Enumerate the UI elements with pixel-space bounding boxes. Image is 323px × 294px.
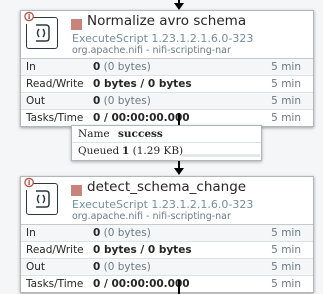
connection-queued-label: Queued	[78, 145, 120, 157]
processor-header: 🛈 Normalize avro schema ExecuteScript 1.…	[21, 11, 313, 59]
processor-detect-schema-change[interactable]: 🛈 detect_schema_change ExecuteScript 1.2…	[20, 176, 314, 293]
stopped-state-icon	[71, 185, 82, 196]
stat-value: 0 / 00:00:00.000	[93, 278, 190, 290]
stat-value: 0 (0 bytes)	[93, 227, 151, 239]
stat-value: 0 (0 bytes)	[93, 61, 151, 73]
stat-row-out: Out 0 (0 bytes) 5 min	[21, 93, 313, 110]
processor-type: ExecuteScript 1.23.1.2.1.6.0-323	[72, 32, 254, 45]
processor-type: ExecuteScript 1.23.1.2.1.6.0-323	[72, 198, 254, 211]
processor-bundle: org.apache.nifi - nifi-scripting-nar	[72, 211, 231, 222]
stat-label: Out	[26, 95, 46, 107]
connection-queued-value: 1 (1.29 KB)	[122, 145, 184, 157]
stat-time: 5 min	[271, 112, 301, 124]
incoming-arrowhead	[174, 3, 184, 10]
stat-label: Tasks/Time	[26, 278, 84, 290]
stat-label: Read/Write	[26, 244, 84, 256]
connection-label-success[interactable]: Name success Queued 1 (1.29 KB)	[71, 125, 262, 161]
invalid-warning-icon[interactable]: 🛈	[24, 178, 34, 190]
stat-row-tasks-time: Tasks/Time 0 / 00:00:00.000 5 min	[21, 276, 313, 292]
stat-label: Tasks/Time	[26, 112, 84, 124]
stat-label: In	[26, 61, 36, 73]
stat-value: 0 bytes / 0 bytes	[93, 78, 192, 90]
stopped-state-icon	[71, 19, 82, 30]
stat-time: 5 min	[271, 95, 301, 107]
connection-queued-row: Queued 1 (1.29 KB)	[72, 143, 261, 159]
stat-row-read-write: Read/Write 0 bytes / 0 bytes 5 min	[21, 76, 313, 93]
success-connection-line-top[interactable]	[178, 113, 180, 125]
stat-time: 5 min	[271, 227, 301, 239]
stat-row-out: Out 0 (0 bytes) 5 min	[21, 259, 313, 276]
stat-time: 5 min	[271, 78, 301, 90]
stat-time: 5 min	[271, 278, 301, 290]
invalid-warning-icon[interactable]: 🛈	[24, 12, 34, 24]
processor-bundle: org.apache.nifi - nifi-scripting-nar	[72, 45, 231, 56]
stat-value: 0 / 00:00:00.000	[93, 112, 190, 124]
stat-time: 5 min	[271, 244, 301, 256]
flow-canvas[interactable]: 🛈 Normalize avro schema ExecuteScript 1.…	[0, 0, 323, 294]
stat-label: Read/Write	[26, 78, 84, 90]
success-arrowhead	[174, 168, 184, 175]
connection-name-row: Name success	[72, 126, 261, 143]
stat-value: 0 (0 bytes)	[93, 261, 151, 273]
queue-backpressure-bar	[182, 154, 260, 157]
connection-name-label: Name	[78, 128, 110, 140]
stat-time: 5 min	[271, 261, 301, 273]
stat-row-in: In 0 (0 bytes) 5 min	[21, 59, 313, 76]
stat-label: In	[26, 227, 36, 239]
processor-normalize-avro-schema[interactable]: 🛈 Normalize avro schema ExecuteScript 1.…	[20, 10, 314, 127]
stat-label: Out	[26, 261, 46, 273]
stat-time: 5 min	[271, 61, 301, 73]
stat-value: 0 (0 bytes)	[93, 95, 151, 107]
stat-row-tasks-time: Tasks/Time 0 / 00:00:00.000 5 min	[21, 110, 313, 126]
outgoing-connection-line[interactable]	[178, 280, 180, 294]
processor-name: detect_schema_change	[87, 179, 247, 195]
processor-header: 🛈 detect_schema_change ExecuteScript 1.2…	[21, 177, 313, 225]
connection-name-value: success	[118, 128, 163, 140]
stat-row-in: In 0 (0 bytes) 5 min	[21, 225, 313, 242]
stat-value: 0 bytes / 0 bytes	[93, 244, 192, 256]
processor-name: Normalize avro schema	[87, 13, 247, 29]
stat-row-read-write: Read/Write 0 bytes / 0 bytes 5 min	[21, 242, 313, 259]
